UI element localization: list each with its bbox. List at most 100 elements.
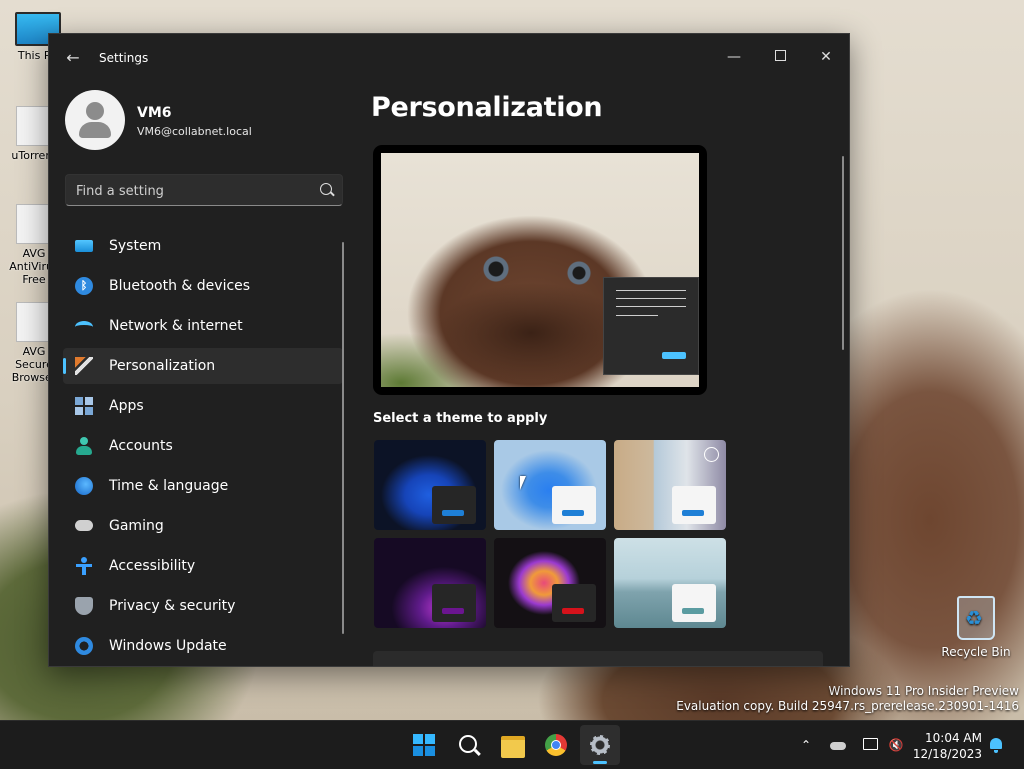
start-button[interactable] [404, 725, 444, 765]
controller-icon [75, 520, 93, 531]
avatar[interactable] [65, 90, 125, 150]
search-box[interactable] [65, 174, 343, 207]
apps-icon [75, 397, 93, 415]
sidebar-item-label: Accounts [109, 438, 173, 454]
volume-muted-icon[interactable]: 🔇 [886, 735, 906, 755]
person-icon [75, 437, 93, 455]
theme-captured-motion[interactable] [494, 538, 606, 628]
content-scrollbar[interactable] [842, 156, 844, 350]
mouse-cursor-icon [520, 476, 532, 490]
update-icon [75, 637, 93, 655]
theme-accent-bar [562, 608, 584, 614]
theme-windows-light[interactable] [494, 440, 606, 530]
sidebar-item-privacy-security[interactable]: Privacy & security [63, 588, 343, 624]
theme-preview [373, 145, 707, 395]
theme-accent-bar [442, 510, 464, 516]
sidebar-item-personalization[interactable]: Personalization [63, 348, 343, 384]
sidebar-item-label: Personalization [109, 358, 216, 374]
network-icon[interactable] [860, 735, 880, 755]
sidebar-item-network[interactable]: Network & internet [63, 308, 343, 344]
sidebar-item-label: Network & internet [109, 318, 243, 334]
sidebar-item-apps[interactable]: Apps [63, 388, 343, 424]
sidebar-nav: System ᛒ Bluetooth & devices Network & i… [63, 228, 343, 666]
theme-windows-spotlight[interactable] [614, 440, 726, 530]
bluetooth-icon: ᛒ [75, 277, 93, 295]
avatar-person-body [79, 122, 111, 138]
utorrent-icon [16, 106, 52, 146]
back-button[interactable]: ← [63, 48, 83, 68]
sidebar-item-time-language[interactable]: Time & language [63, 468, 343, 504]
evaluation-watermark: Windows 11 Pro Insider Preview Evaluatio… [676, 684, 1019, 714]
preview-accent-bar [662, 352, 686, 359]
show-hidden-icons-button[interactable]: ⌃ [796, 735, 816, 755]
theme-mini-window [552, 584, 596, 622]
monitor-icon [75, 240, 93, 252]
search-icon[interactable] [320, 183, 332, 195]
theme-accent-bar [682, 510, 704, 516]
file-explorer-icon [501, 736, 525, 758]
network-monitor-shape [863, 738, 878, 750]
window-title: Settings [99, 51, 149, 65]
notification-bell-icon[interactable] [986, 735, 1006, 755]
sidebar-item-label: Accessibility [109, 558, 196, 574]
settings-window: ← Settings — ✕ VM6 VM6@collabnet.local S… [48, 33, 850, 667]
theme-flow[interactable] [614, 538, 726, 628]
minimize-button[interactable]: — [711, 42, 757, 72]
avg-antivirus-icon [16, 204, 52, 244]
close-button[interactable]: ✕ [803, 42, 849, 72]
next-settings-card[interactable] [373, 651, 823, 666]
themes-heading: Select a theme to apply [373, 411, 548, 426]
theme-accent-bar [562, 510, 584, 516]
watermark-line-1: Windows 11 Pro Insider Preview [828, 684, 1019, 698]
start-icon [413, 734, 435, 756]
chrome-icon [545, 734, 567, 756]
sidebar-item-label: Time & language [109, 478, 229, 494]
sidebar-item-label: Privacy & security [109, 598, 236, 614]
avg-browser-icon [16, 302, 52, 342]
profile-name: VM6 [137, 105, 172, 121]
search-icon [459, 735, 477, 753]
onedrive-icon[interactable] [828, 735, 848, 755]
sidebar-item-label: Apps [109, 398, 144, 414]
maximize-button[interactable] [757, 42, 803, 72]
sidebar-item-windows-update[interactable]: Windows Update [63, 628, 343, 664]
desktop-icon-label: Recycle Bin [941, 645, 1011, 659]
sidebar-item-accessibility[interactable]: Accessibility [63, 548, 343, 584]
sidebar-item-accounts[interactable]: Accounts [63, 428, 343, 464]
theme-glow[interactable] [374, 538, 486, 628]
active-app-indicator [593, 761, 607, 764]
search-input[interactable] [66, 175, 318, 207]
sidebar-item-label: Bluetooth & devices [109, 278, 251, 294]
sidebar-scrollbar[interactable] [342, 242, 344, 634]
maximize-icon [774, 50, 786, 61]
clock[interactable]: 10:04 AM 12/18/2023 [912, 730, 982, 762]
taskbar: ⌃ 🔇 10:04 AM 12/18/2023 [0, 720, 1024, 769]
recycle-bin-icon: ♻ [957, 596, 995, 640]
sidebar-item-gaming[interactable]: Gaming [63, 508, 343, 544]
accessibility-icon [75, 557, 93, 575]
clock-date: 12/18/2023 [912, 747, 982, 761]
theme-mini-window [552, 486, 596, 524]
settings-taskbar-button[interactable] [580, 725, 620, 765]
file-explorer-button[interactable] [492, 725, 532, 765]
sidebar-item-label: System [109, 238, 162, 254]
theme-accent-bar [682, 608, 704, 614]
theme-mini-window [672, 486, 716, 524]
desktop-icon-recycle-bin[interactable]: ♻ Recycle Bin [940, 596, 1012, 659]
avatar-person-icon [86, 102, 104, 120]
theme-windows-dark[interactable] [374, 440, 486, 530]
preview-wallpaper-image [381, 153, 699, 387]
profile-email: VM6@collabnet.local [137, 125, 252, 138]
themes-grid [374, 440, 728, 630]
spotlight-badge-icon [704, 447, 719, 462]
theme-mini-window [432, 486, 476, 524]
theme-mini-window [672, 584, 716, 622]
wifi-icon [75, 321, 93, 333]
taskbar-search-button[interactable] [448, 725, 488, 765]
chrome-button[interactable] [536, 725, 576, 765]
sidebar-item-bluetooth[interactable]: ᛒ Bluetooth & devices [63, 268, 343, 304]
paintbrush-icon [75, 357, 93, 375]
sidebar-item-label: Gaming [109, 518, 164, 534]
sidebar-item-system[interactable]: System [63, 228, 343, 264]
title-bar[interactable]: ← Settings — ✕ [49, 34, 849, 82]
